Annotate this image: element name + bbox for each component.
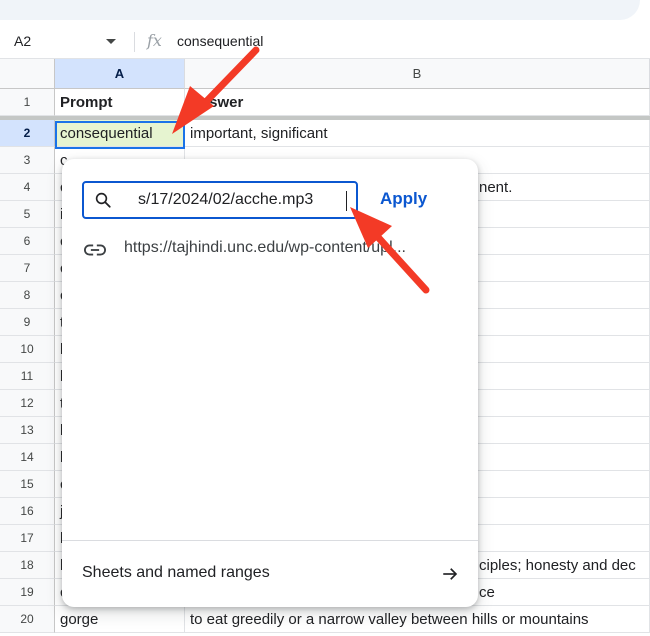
row-header[interactable]: 19 [0,579,55,606]
chevron-down-icon[interactable] [106,39,116,44]
row-header[interactable]: 1 [0,89,55,116]
row-header[interactable]: 14 [0,444,55,471]
row-header[interactable]: 3 [0,147,55,174]
search-icon [95,192,111,208]
toolbar-pill [0,0,640,20]
select-all-corner[interactable] [0,59,55,89]
table-row: 1 Prompt nswer [0,89,650,116]
row-header[interactable]: 6 [0,228,55,255]
row-header[interactable]: 8 [0,282,55,309]
link-icon [84,244,106,256]
apply-button[interactable]: Apply [380,189,427,209]
cell-b1-text: nswer [200,94,244,111]
fx-icon: fx [147,31,162,50]
row-header[interactable]: 9 [0,309,55,336]
cell-b20[interactable]: to eat greedily or a narrow valley betwe… [185,606,650,633]
cell-a20[interactable]: gorge [55,606,185,633]
formula-bar: A2 fx consequential [0,26,650,59]
row-header[interactable]: 5 [0,201,55,228]
cell-b19-text: ce [479,584,495,601]
cell-b4-text: nent. [479,179,513,196]
cell-b2[interactable]: important, significant [185,120,650,147]
arrow-right-icon [443,568,458,580]
divider [134,32,135,52]
table-row: 2 consequential important, significant [0,120,650,147]
text-cursor [346,191,347,211]
freeze-divider[interactable] [0,116,650,120]
row-header[interactable]: 18 [0,552,55,579]
row-header[interactable]: 11 [0,363,55,390]
column-header-a[interactable]: A [55,59,185,89]
row-header[interactable]: 10 [0,336,55,363]
cell-b18-text: ciples; honesty and dec [479,557,636,574]
table-row: 20 gorge to eat greedily or a narrow val… [0,606,650,633]
name-box[interactable]: A2 [14,33,31,49]
row-header[interactable]: 13 [0,417,55,444]
top-toolbar [0,0,650,26]
column-header-b[interactable]: B [185,59,650,89]
cell-a1[interactable]: Prompt [55,89,185,116]
row-header[interactable]: 16 [0,498,55,525]
cell-a2[interactable]: consequential [55,120,185,147]
row-header[interactable]: 7 [0,255,55,282]
row-header[interactable]: 20 [0,606,55,633]
link-suggestion[interactable]: https://tajhindi.unc.edu/wp-content/upl.… [82,237,462,263]
row-header[interactable]: 4 [0,174,55,201]
cell-b1[interactable]: nswer [185,89,650,116]
link-search-input[interactable]: s/17/2024/02/acche.mp3 [82,181,358,219]
formula-input[interactable]: consequential [177,33,263,49]
row-header[interactable]: 17 [0,525,55,552]
insert-link-dialog: s/17/2024/02/acche.mp3 Apply https://taj… [62,159,478,607]
link-search-text: s/17/2024/02/acche.mp3 [138,191,314,208]
sheets-and-named-ranges-item[interactable]: Sheets and named ranges [62,541,478,607]
sheets-label: Sheets and named ranges [82,564,270,581]
row-header[interactable]: 12 [0,390,55,417]
link-search-value: s/17/2024/02/acche.mp3 [138,183,352,217]
row-header[interactable]: 2 [0,120,55,147]
row-header[interactable]: 15 [0,471,55,498]
suggestion-url: https://tajhindi.unc.edu/wp-content/upl.… [124,239,406,256]
